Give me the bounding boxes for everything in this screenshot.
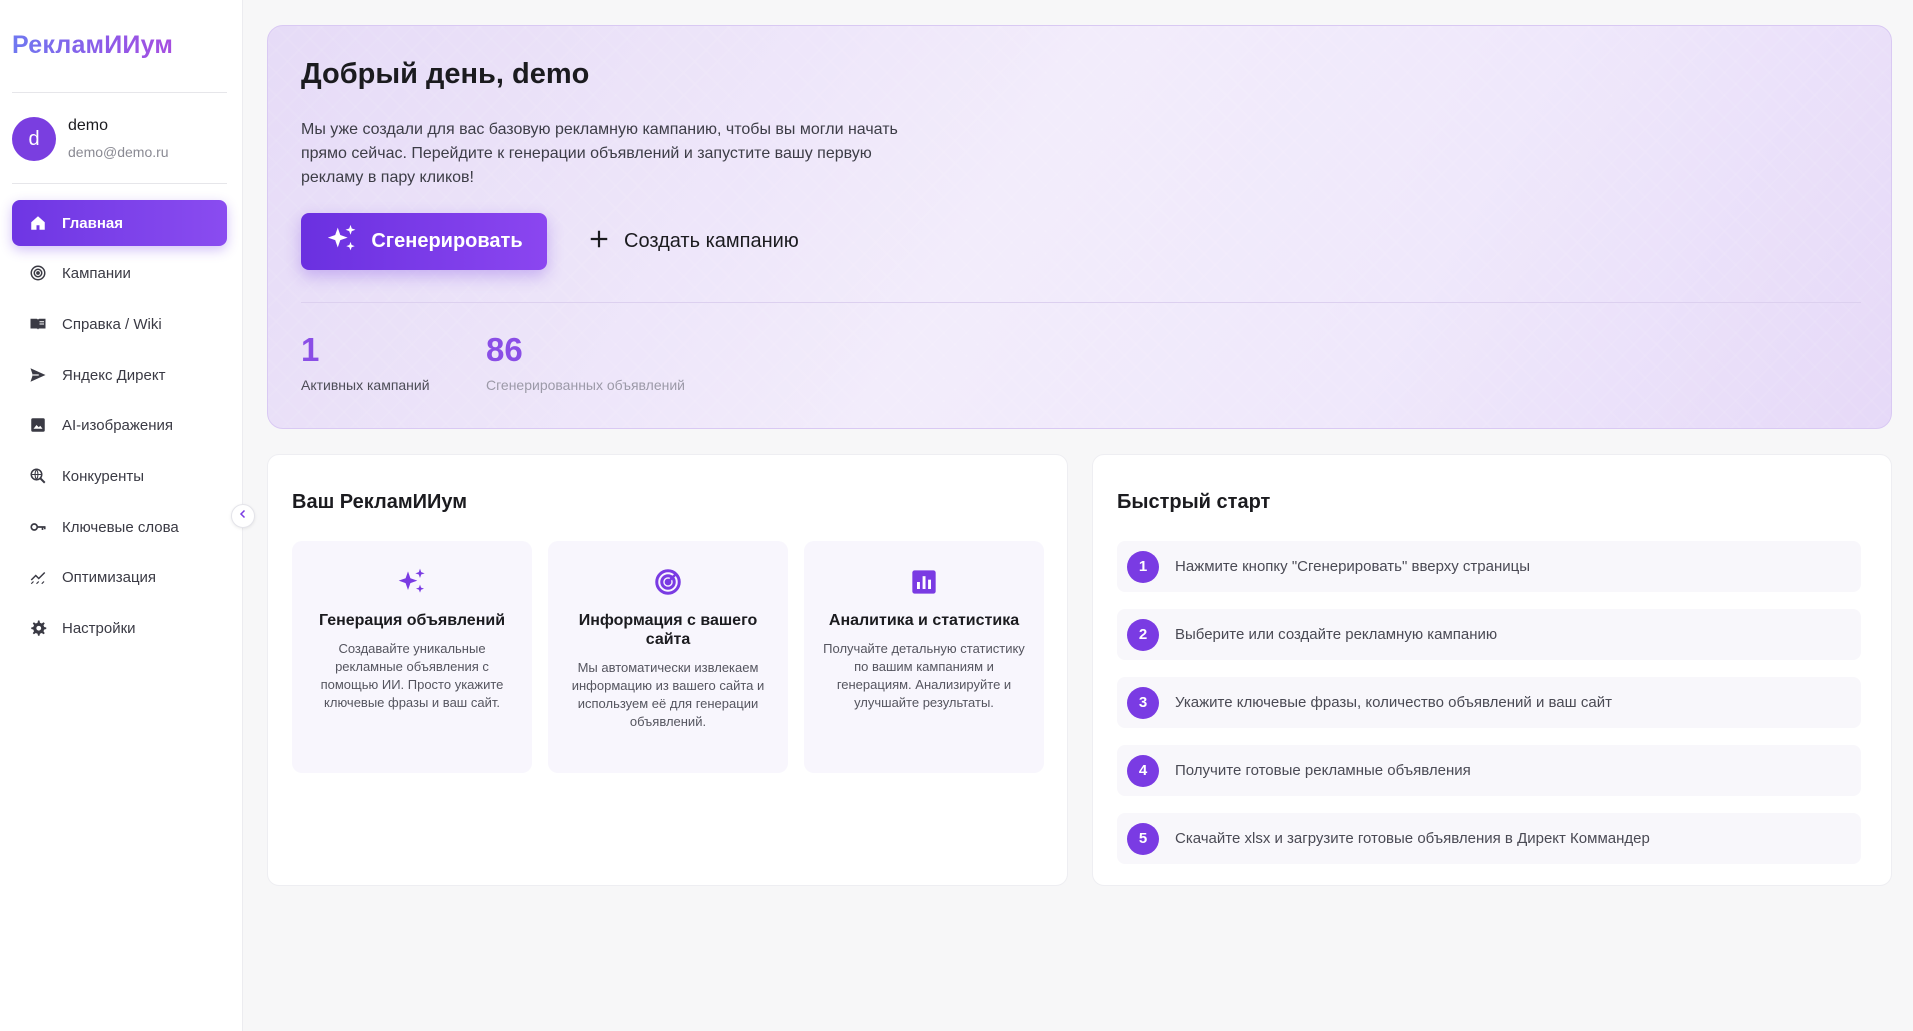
- sidebar-item-label: Яндекс Директ: [62, 366, 166, 384]
- sidebar-item-label: Ключевые слова: [62, 518, 179, 536]
- feature-description: Получайте детальную статистику по вашим …: [823, 641, 1025, 710]
- welcome-banner: Добрый день, demo Мы уже создали для вас…: [267, 25, 1892, 429]
- quickstart-step: 4 Получите готовые рекламные объявления: [1117, 745, 1861, 796]
- chevron-left-icon: [237, 507, 249, 525]
- sidebar-item-label: Оптимизация: [62, 568, 157, 586]
- sparkles-icon: [395, 565, 429, 599]
- quickstart-step: 5 Скачайте xlsx и загрузите готовые объя…: [1117, 813, 1861, 864]
- create-campaign-button[interactable]: Создать кампанию: [588, 213, 818, 270]
- stat-generated-ads: 86 Сгенерированных объявлений: [486, 331, 685, 393]
- sidebar-item-label: AI-изображения: [62, 416, 174, 434]
- welcome-text: Мы уже создали для вас базовую рекламную…: [301, 121, 898, 186]
- step-text: Скачайте xlsx и загрузите готовые объявл…: [1175, 830, 1650, 847]
- feature-title: Информация с вашего сайта: [578, 612, 758, 648]
- sidebar-item-keywords[interactable]: Ключевые слова: [12, 504, 227, 550]
- feature-description: Создавайте уникальные рекламные объявлен…: [320, 641, 504, 710]
- divider: [301, 302, 1861, 303]
- gear-icon: [28, 618, 48, 638]
- search-globe-icon: [28, 466, 48, 486]
- quickstart-card: Быстрый старт 1 Нажмите кнопку "Сгенерир…: [1092, 454, 1892, 886]
- sparkles-icon: [325, 222, 359, 262]
- sidebar-item-label: Справка / Wiki: [62, 315, 162, 333]
- sidebar-item-optimization[interactable]: Оптимизация: [12, 554, 227, 600]
- sidebar-item-label: Настройки: [62, 619, 136, 637]
- bar-chart-icon: [907, 565, 941, 599]
- sidebar-item-competitors[interactable]: Конкуренты: [12, 453, 227, 499]
- avatar: d: [12, 117, 56, 161]
- feature-ad-generation: Генерация объявлений Создавайте уникальн…: [292, 541, 532, 773]
- sidebar-item-campaigns[interactable]: Кампании: [12, 250, 227, 296]
- generate-button-label: Сгенерировать: [371, 230, 523, 252]
- quickstart-title: Быстрый старт: [1117, 491, 1271, 513]
- stat-active-campaigns: 1 Активных кампаний: [301, 331, 430, 393]
- divider: [12, 92, 227, 93]
- stat-label: Сгенерированных объявлений: [486, 377, 685, 393]
- key-icon: [28, 517, 48, 537]
- target-icon: [651, 565, 685, 599]
- step-text: Укажите ключевые фразы, количество объяв…: [1175, 694, 1612, 711]
- feature-site-info: Информация с вашего сайта Мы автоматичес…: [548, 541, 788, 773]
- stat-value: 86: [486, 331, 523, 368]
- image-icon: [28, 415, 48, 435]
- sidebar-item-settings[interactable]: Настройки: [12, 605, 227, 651]
- sidebar: РекламИИум d demo demo@demo.ru Главная К…: [0, 0, 243, 1031]
- user-name: demo: [68, 117, 109, 134]
- target-icon: [28, 263, 48, 283]
- step-number: 1: [1127, 550, 1159, 583]
- sidebar-item-label: Конкуренты: [62, 467, 145, 485]
- quickstart-step: 2 Выберите или создайте рекламную кампан…: [1117, 609, 1861, 660]
- divider: [12, 183, 227, 184]
- sidebar-item-yandex-direct[interactable]: Яндекс Директ: [12, 352, 227, 398]
- step-number: 3: [1127, 686, 1159, 719]
- quickstart-step: 3 Укажите ключевые фразы, количество объ…: [1117, 677, 1861, 728]
- step-number: 5: [1127, 822, 1159, 855]
- quickstart-step: 1 Нажмите кнопку "Сгенерировать" вверху …: [1117, 541, 1861, 592]
- step-number: 4: [1127, 754, 1159, 787]
- send-icon: [28, 365, 48, 385]
- features-card: Ваш РекламИИум Генерация объявлений Созд…: [267, 454, 1068, 886]
- feature-analytics: Аналитика и статистика Получайте детальн…: [804, 541, 1044, 773]
- page-title: Добрый день, demo: [301, 58, 590, 90]
- sidebar-collapse-button[interactable]: [231, 504, 255, 528]
- user-email: demo@demo.ru: [68, 144, 169, 160]
- step-text: Выберите или создайте рекламную кампанию: [1175, 626, 1498, 643]
- stat-value: 1: [301, 331, 320, 368]
- sidebar-item-wiki[interactable]: Справка / Wiki: [12, 301, 227, 347]
- sidebar-item-home[interactable]: Главная: [12, 200, 227, 246]
- generate-button[interactable]: Сгенерировать: [301, 213, 547, 270]
- sidebar-item-ai-images[interactable]: AI-изображения: [12, 402, 227, 448]
- feature-description: Мы автоматически извлекаем информацию из…: [571, 660, 765, 729]
- brand-logo[interactable]: РекламИИум: [12, 31, 173, 60]
- user-profile[interactable]: d demo demo@demo.ru: [12, 117, 227, 163]
- step-number: 2: [1127, 618, 1159, 651]
- book-icon: [28, 314, 48, 334]
- feature-title: Аналитика и статистика: [828, 612, 1020, 629]
- plus-icon: [588, 228, 610, 256]
- features-title: Ваш РекламИИум: [292, 491, 468, 513]
- chart-line-icon: [28, 567, 48, 587]
- step-text: Получите готовые рекламные объявления: [1175, 762, 1471, 779]
- stat-label: Активных кампаний: [301, 377, 430, 393]
- step-text: Нажмите кнопку "Сгенерировать" вверху ст…: [1175, 558, 1531, 575]
- feature-title: Генерация объявлений: [318, 612, 506, 629]
- create-campaign-label: Создать кампанию: [624, 230, 799, 252]
- sidebar-item-label: Главная: [62, 214, 124, 232]
- sidebar-item-label: Кампании: [62, 264, 131, 282]
- home-icon: [28, 213, 48, 233]
